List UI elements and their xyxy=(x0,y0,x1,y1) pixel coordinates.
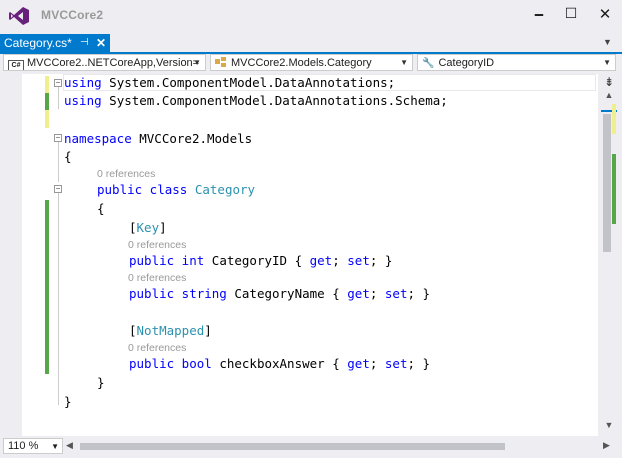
dropdown-arrow-icon: ▼ xyxy=(603,58,611,67)
codelens-references[interactable]: 0 references xyxy=(128,239,186,251)
vertical-scroll-thumb[interactable] xyxy=(603,114,611,252)
code-line: } xyxy=(97,375,105,390)
tab-category-cs[interactable]: Category.cs* ⊣ ✕ xyxy=(0,34,110,52)
codelens-references[interactable]: 0 references xyxy=(128,272,186,284)
codelens-references[interactable]: 0 references xyxy=(97,168,155,180)
close-window-button[interactable]: ✕ xyxy=(592,4,618,24)
tab-label: Category.cs* xyxy=(4,36,72,50)
unsaved-change-bar xyxy=(45,110,49,128)
document-tab-strip: Category.cs* ⊣ ✕ ▼ xyxy=(0,32,622,52)
class-dropdown-value: MVCCore2.Models.Category xyxy=(231,57,372,69)
maximize-button[interactable]: ☐ xyxy=(558,4,584,24)
code-editor[interactable]: − − − using System.ComponentModel.DataAn… xyxy=(0,74,622,436)
collapse-icon[interactable]: − xyxy=(54,185,62,193)
scroll-right-icon[interactable]: ▶ xyxy=(603,440,610,451)
split-icon[interactable]: ⇟ xyxy=(600,74,618,90)
code-line: public int CategoryID { get; set; } xyxy=(129,253,393,268)
tab-overflow-dropdown-icon[interactable]: ▼ xyxy=(603,37,612,47)
collapse-icon[interactable]: − xyxy=(54,134,62,142)
close-icon[interactable]: ✕ xyxy=(96,34,106,52)
dropdown-arrow-icon: ▼ xyxy=(400,58,408,67)
code-line: public class Category xyxy=(97,182,256,197)
dropdown-arrow-icon: ▼ xyxy=(193,58,201,67)
scroll-down-icon[interactable]: ▼ xyxy=(600,420,618,434)
code-line: public bool checkboxAnswer { get; set; } xyxy=(129,356,431,371)
dropdown-arrow-icon: ▼ xyxy=(51,442,59,451)
saved-change-bar xyxy=(45,200,49,374)
horizontal-scroll-thumb[interactable] xyxy=(80,443,505,450)
code-line: [Key] xyxy=(129,220,167,235)
class-icon xyxy=(215,57,226,67)
code-line: } xyxy=(64,394,72,409)
member-dropdown[interactable]: 🔧 CategoryID ▼ xyxy=(417,54,616,71)
scroll-change-marker xyxy=(612,104,616,134)
code-line: { xyxy=(64,149,72,164)
code-line: [NotMapped] xyxy=(129,323,212,338)
project-dropdown-value: MVCCore2..NETCoreApp,Version= xyxy=(27,57,200,69)
saved-change-bar xyxy=(45,93,49,110)
scroll-up-icon[interactable]: ▲ xyxy=(600,90,618,104)
code-line: using System.ComponentModel.DataAnnotati… xyxy=(64,93,448,108)
scroll-change-marker xyxy=(612,154,616,224)
zoom-dropdown[interactable]: 110 % ▼ xyxy=(3,438,63,454)
codelens-references[interactable]: 0 references xyxy=(128,342,186,354)
editor-left-margin xyxy=(0,74,22,436)
project-dropdown[interactable]: C# MVCCore2..NETCoreApp,Version= ▼ xyxy=(3,54,206,71)
window-title: MVCCore2 xyxy=(41,8,104,22)
scroll-left-icon[interactable]: ◀ xyxy=(66,440,73,451)
member-icon: 🔧 xyxy=(422,58,435,69)
csharp-project-icon: C# xyxy=(8,60,24,70)
minimize-button[interactable]: 🗕 xyxy=(526,4,552,24)
vs-logo-icon xyxy=(9,7,29,25)
pin-icon[interactable]: ⊣ xyxy=(80,34,89,52)
code-line: public string CategoryName { get; set; } xyxy=(129,286,431,301)
code-line: { xyxy=(97,201,105,216)
unsaved-change-bar xyxy=(45,76,49,93)
vertical-scrollbar[interactable]: ⇟ ▲ ▼ xyxy=(598,74,622,436)
navigation-bar: C# MVCCore2..NETCoreApp,Version= ▼ MVCCor… xyxy=(0,54,622,74)
collapse-icon[interactable]: − xyxy=(54,79,62,87)
member-dropdown-value: CategoryID xyxy=(438,57,495,69)
class-dropdown[interactable]: MVCCore2.Models.Category ▼ xyxy=(210,54,413,71)
fold-guide xyxy=(58,193,59,405)
editor-bottom-bar: 110 % ▼ ◀ ▶ xyxy=(0,436,622,458)
fold-guide xyxy=(58,142,59,182)
code-line: namespace MVCCore2.Models xyxy=(64,131,253,146)
title-bar: MVCCore2 🗕 ☐ ✕ xyxy=(0,0,622,32)
zoom-value: 110 % xyxy=(8,440,39,452)
fold-guide xyxy=(58,87,59,109)
code-line: using System.ComponentModel.DataAnnotati… xyxy=(64,75,396,90)
